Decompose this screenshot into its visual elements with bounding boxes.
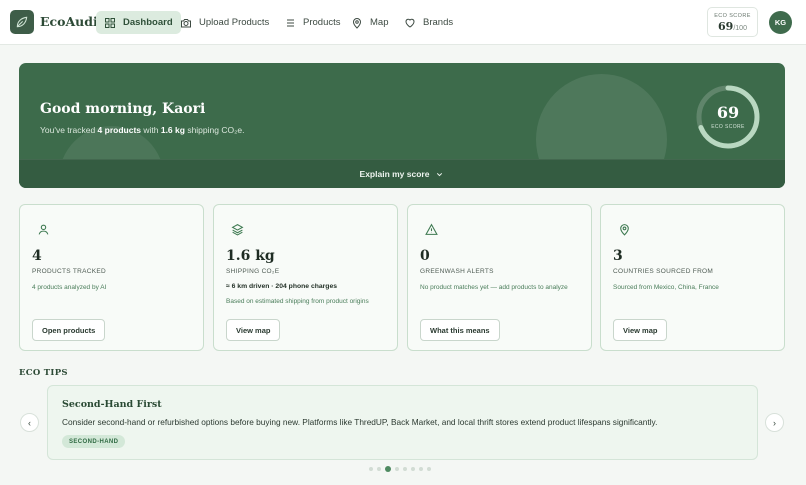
card-value: 3	[613, 248, 623, 264]
card-countries-sourced: 3 COUNTRIES SOURCED FROM Sourced from Me…	[600, 204, 785, 351]
eco-score-ring-label: ECO SCORE	[711, 124, 745, 130]
card-description: 4 products analyzed by AI	[32, 284, 107, 291]
eco-tips-heading: ECO TIPS	[19, 368, 68, 378]
heart-icon	[405, 18, 415, 28]
card-greenwash-alerts: 0 GREENWASH ALERTS No product matches ye…	[407, 204, 592, 351]
tips-next-button[interactable]: ›	[765, 413, 784, 432]
card-products-tracked: 4 PRODUCTS TRACKED 4 products analyzed b…	[19, 204, 204, 351]
card-description: Based on estimated shipping from product…	[226, 298, 369, 305]
app-logo[interactable]	[10, 10, 34, 34]
card-label: GREENWASH ALERTS	[420, 268, 494, 275]
eco-score-badge[interactable]: ECO SCORE 69/100	[707, 7, 758, 37]
card-description: Sourced from Mexico, China, France	[613, 284, 719, 291]
pagination-dot[interactable]	[369, 467, 373, 471]
nav-label: Products	[303, 17, 341, 28]
eco-score-value: 69/100	[718, 20, 747, 33]
leaf-icon	[16, 16, 28, 28]
nav-brands[interactable]: Brands	[396, 11, 461, 34]
user-avatar[interactable]: KG	[769, 11, 792, 34]
nav-label: Map	[370, 17, 389, 28]
tip-tag: SECOND-HAND	[62, 435, 126, 448]
card-equivalent: ≈ 6 km driven · 204 phone charges	[226, 283, 338, 290]
card-value: 4	[32, 248, 42, 264]
pagination-dot[interactable]	[411, 467, 415, 471]
alert-triangle-icon	[425, 223, 438, 235]
view-map-button[interactable]: View map	[226, 319, 281, 341]
nav-products[interactable]: Products	[276, 11, 349, 34]
card-description: No product matches yet — add products to…	[420, 284, 568, 291]
eco-score-label: ECO SCORE	[714, 13, 751, 19]
pagination-dot[interactable]	[385, 466, 391, 472]
nav-label: Dashboard	[123, 17, 173, 28]
card-label: SHIPPING CO₂E	[226, 268, 280, 275]
tracking-summary: You've tracked 4 products with 1.6 kg sh…	[40, 125, 245, 135]
nav-map[interactable]: Map	[343, 11, 396, 34]
tips-prev-button[interactable]: ‹	[20, 413, 39, 432]
card-value: 0	[420, 248, 430, 264]
tip-title: Second-Hand First	[62, 399, 162, 410]
grid-icon	[105, 17, 115, 28]
nav-upload-products[interactable]: Upload Products	[172, 11, 277, 34]
pagination-dot[interactable]	[395, 467, 399, 471]
top-nav: EcoAudit Dashboard Upload Products Produ…	[0, 0, 806, 45]
user-icon	[38, 224, 49, 235]
app-name: EcoAudit	[40, 14, 104, 29]
nav-label: Upload Products	[199, 17, 270, 28]
pagination-dot[interactable]	[419, 467, 423, 471]
card-label: PRODUCTS TRACKED	[32, 268, 107, 275]
map-pin-icon	[352, 17, 362, 29]
pagination-dot[interactable]	[427, 467, 431, 471]
eco-tip-card: Second-Hand First Consider second-hand o…	[47, 385, 758, 460]
view-map-button[interactable]: View map	[613, 319, 668, 341]
what-this-means-button[interactable]: What this means	[420, 319, 500, 341]
chevron-down-icon	[437, 172, 443, 176]
greeting: Good morning, Kaori	[40, 101, 206, 117]
tip-text: Consider second-hand or refurbished opti…	[62, 417, 658, 427]
nav-label: Brands	[423, 17, 454, 28]
eco-score-number: 69	[716, 103, 740, 122]
layers-icon	[231, 224, 244, 236]
pagination-dot[interactable]	[377, 467, 381, 471]
explain-score-label: Explain my score	[359, 169, 430, 179]
pagination-dot[interactable]	[403, 467, 407, 471]
nav-dashboard[interactable]: Dashboard	[96, 11, 181, 34]
open-products-button[interactable]: Open products	[32, 319, 106, 341]
explain-score-button[interactable]: Explain my score	[19, 159, 785, 188]
map-pin-icon	[620, 224, 629, 236]
card-value: 1.6 kg	[226, 248, 275, 264]
camera-icon	[181, 18, 191, 27]
card-label: COUNTRIES SOURCED FROM	[613, 268, 714, 275]
list-icon	[287, 19, 294, 26]
tips-pagination	[369, 466, 431, 472]
welcome-banner: Good morning, Kaori You've tracked 4 pro…	[19, 63, 785, 188]
card-shipping-co2: 1.6 kg SHIPPING CO₂E ≈ 6 km driven · 204…	[213, 204, 398, 351]
